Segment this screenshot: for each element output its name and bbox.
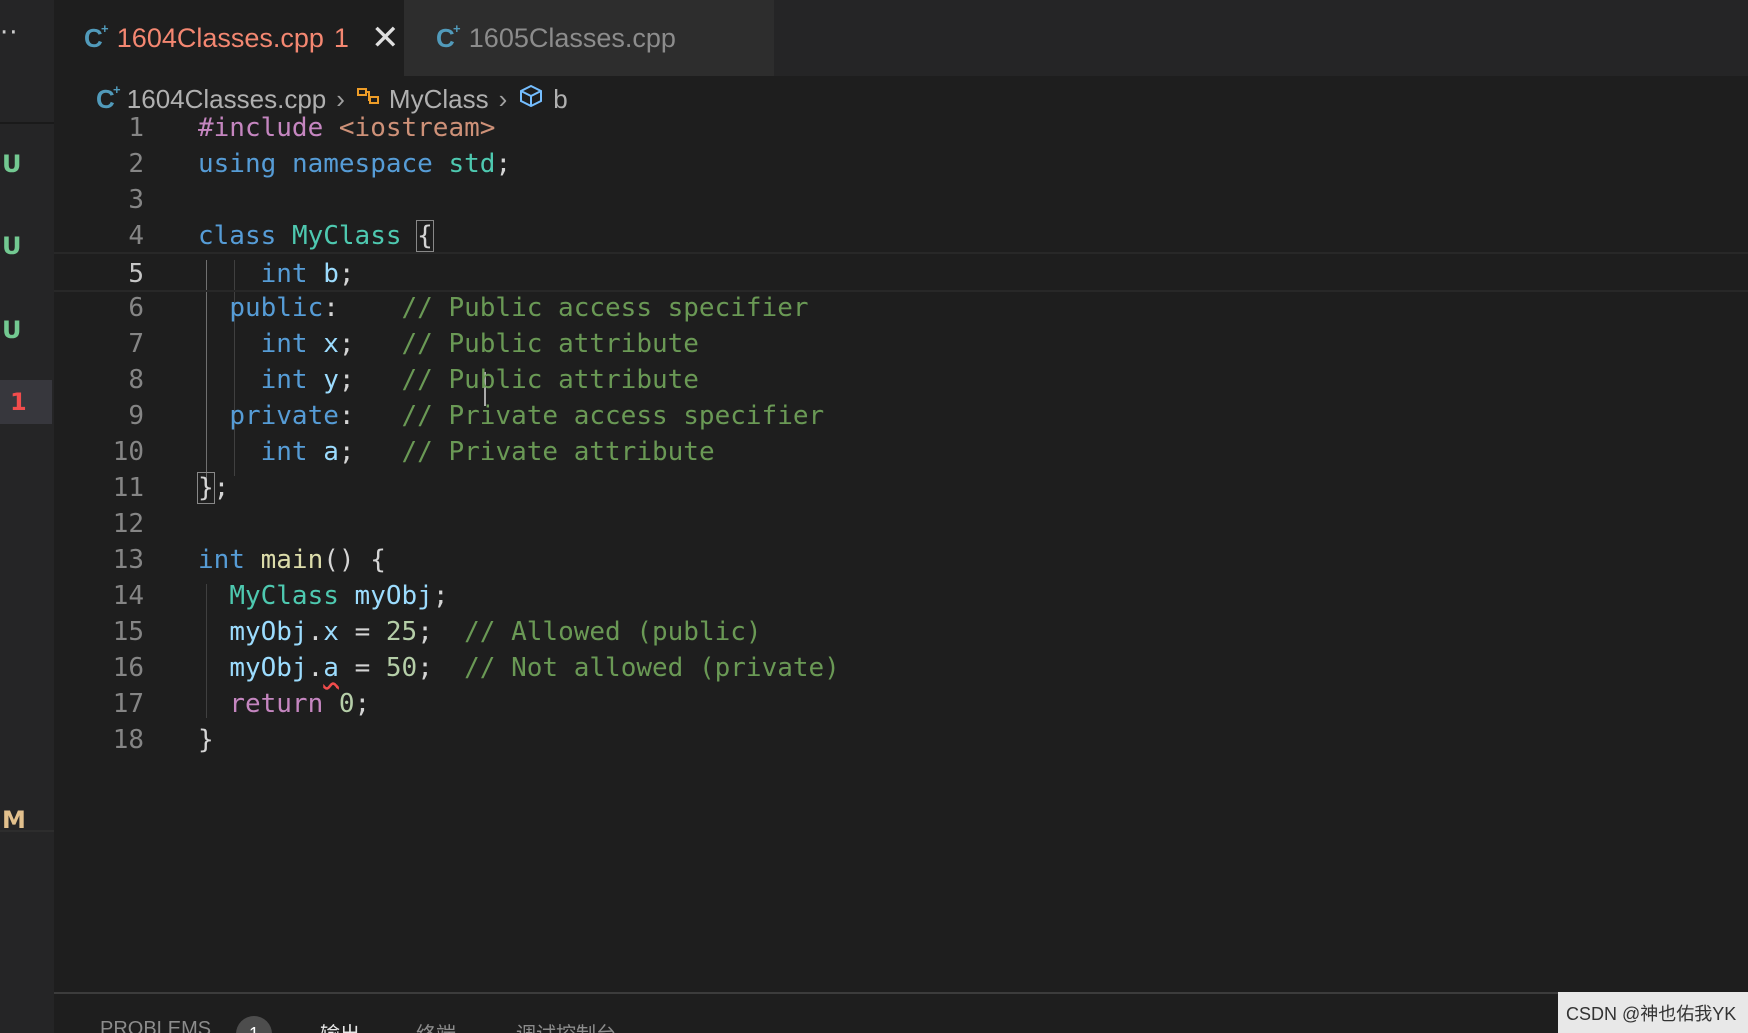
git-untracked-marker: U <box>2 316 22 344</box>
explorer-sidebar: ·· U U U 1 M <box>0 0 54 1033</box>
code-text: using namespace std; <box>198 149 512 179</box>
code-text: int a; // Private attribute <box>260 437 715 467</box>
line-number: 13 <box>112 545 144 575</box>
code-text: class MyClass { <box>198 220 434 252</box>
tab-debug-console[interactable]: 调试控制台 <box>516 1018 616 1033</box>
problems-count-badge: 1 <box>236 1016 272 1033</box>
code-text: private: // Private access specifier <box>229 401 825 431</box>
git-untracked-marker: U <box>2 232 22 260</box>
code-line[interactable]: 5 int b; <box>54 252 1748 292</box>
code-text: int y; // Public attribute <box>260 365 699 395</box>
code-text: myObj.x = 25; // Allowed (public) <box>229 617 762 647</box>
editor-tab-bar: C + 1604Classes.cpp 1 ✕ C + 1605Classes.cp… <box>54 0 1748 76</box>
cpp-file-icon: C + <box>436 20 461 53</box>
line-number: 17 <box>112 689 144 719</box>
problem-count-marker[interactable]: 1 <box>0 380 52 424</box>
line-number: 14 <box>112 581 144 611</box>
code-line[interactable]: 8 int y; // Public attribute <box>54 360 1748 400</box>
code-line[interactable]: 10 int a; // Private attribute <box>54 432 1748 472</box>
tab-1605classes[interactable]: C + 1605Classes.cpp <box>404 0 774 76</box>
line-number: 7 <box>128 329 144 359</box>
code-text: int main() { <box>198 545 386 575</box>
sidebar-divider <box>0 122 54 124</box>
tab-problems[interactable]: PROBLEMS <box>100 1018 211 1033</box>
code-line[interactable]: 18} <box>54 720 1748 760</box>
code-line[interactable]: 11}; <box>54 468 1748 508</box>
line-number: 10 <box>112 437 144 467</box>
code-line[interactable]: 17 return 0; <box>54 684 1748 724</box>
tab-label: 1604Classes.cpp <box>116 22 324 53</box>
code-line[interactable]: 4 class MyClass { <box>54 216 1748 256</box>
sidebar-divider <box>0 830 54 832</box>
code-line[interactable]: 16 myObj.a = 50; // Not allowed (private… <box>54 648 1748 688</box>
code-line[interactable]: 3 <box>54 180 1748 220</box>
problem-badge: 1 <box>333 22 349 53</box>
code-text: } <box>198 725 214 755</box>
watermark: CSDN @神也佑我YK <box>1558 992 1748 1033</box>
line-number: 3 <box>128 185 144 215</box>
git-untracked-marker: U <box>2 150 22 178</box>
code-line[interactable]: 6 public: // Public access specifier <box>54 288 1748 328</box>
code-text: int x; // Public attribute <box>260 329 699 359</box>
more-actions-icon[interactable]: ·· <box>0 18 19 48</box>
code-text: myObj.a = 50; // Not allowed (private) <box>229 653 840 683</box>
line-number: 18 <box>112 725 144 755</box>
code-text: }; <box>197 472 230 504</box>
code-text: #include <iostream> <box>198 113 496 143</box>
line-number: 1 <box>128 113 144 143</box>
line-number: 11 <box>112 473 144 503</box>
line-number: 9 <box>128 401 144 431</box>
code-line[interactable]: 9 private: // Private access specifier <box>54 396 1748 436</box>
vscode-window: ·· U U U 1 M C + 1604Classes.cpp 1 ✕ C + 1… <box>0 0 1748 1033</box>
code-line[interactable]: 14 MyClass myObj; <box>54 576 1748 616</box>
line-number: 4 <box>128 221 144 251</box>
cpp-file-icon: C + <box>84 20 109 53</box>
tab-output[interactable]: 输出 <box>320 1018 360 1033</box>
line-number: 15 <box>112 617 144 647</box>
code-line[interactable]: 2 using namespace std; <box>54 144 1748 184</box>
line-number: 8 <box>128 365 144 395</box>
tab-1604classes[interactable]: C + 1604Classes.cpp 1 ✕ <box>54 0 404 76</box>
line-number: 2 <box>128 149 144 179</box>
bottom-panel: PROBLEMS 1 输出 终端 调试控制台 <box>54 992 1748 1033</box>
tab-label: 1605Classes.cpp <box>468 22 676 53</box>
line-number: 6 <box>128 293 144 323</box>
code-line[interactable]: 12 <box>54 504 1748 544</box>
code-text: MyClass myObj; <box>229 581 449 611</box>
line-number: 16 <box>112 653 144 683</box>
tab-terminal[interactable]: 终端 <box>416 1018 456 1033</box>
code-editor[interactable]: 1 #include <iostream> 2 using namespace std… <box>54 113 1748 992</box>
code-text: return 0; <box>229 689 371 719</box>
code-text: public: // Public access specifier <box>229 293 809 323</box>
code-line[interactable]: 7 int x; // Public attribute <box>54 324 1748 364</box>
code-line[interactable]: 15 myObj.x = 25; // Allowed (public) <box>54 612 1748 652</box>
code-line[interactable]: 1 #include <iostream> <box>54 108 1748 148</box>
code-line[interactable]: 13 int main() { <box>54 540 1748 580</box>
line-number: 12 <box>112 509 144 539</box>
close-icon[interactable]: ✕ <box>371 21 400 55</box>
